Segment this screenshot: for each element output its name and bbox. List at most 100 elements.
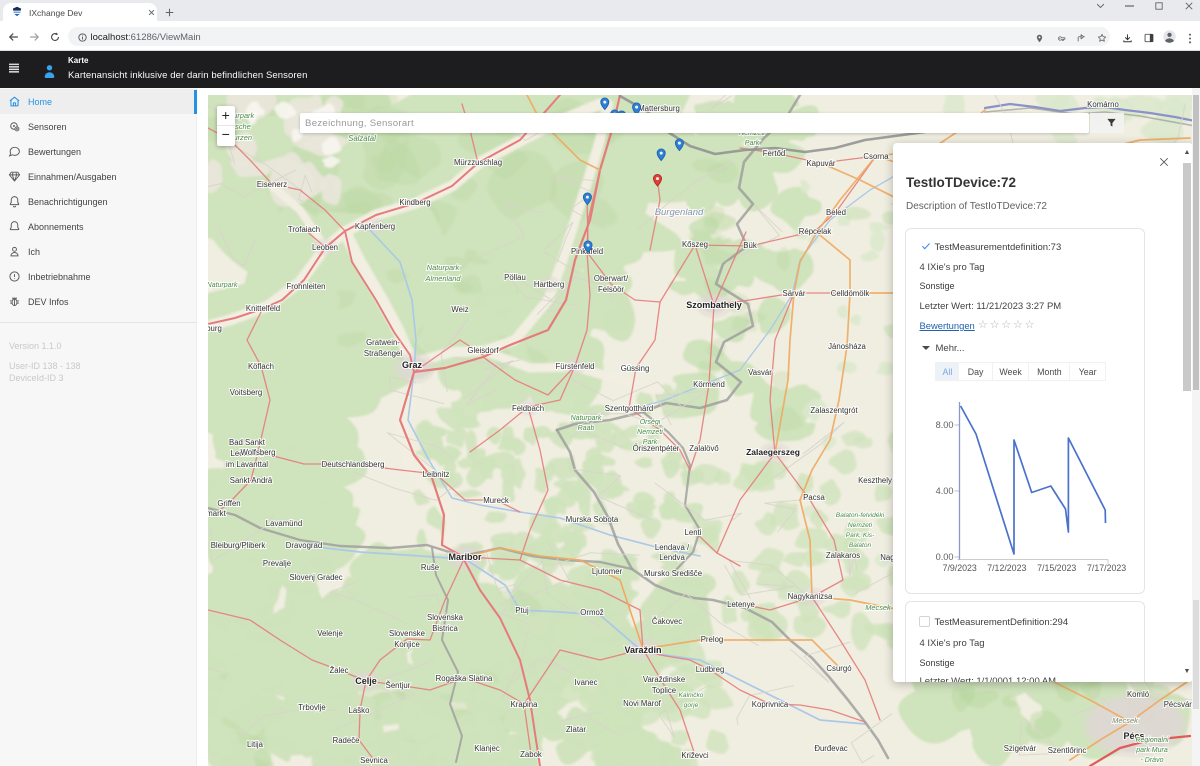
svg-text:Bad Sankt: Bad Sankt	[229, 438, 266, 447]
svg-text:Park: Park	[745, 140, 760, 147]
svg-text:Kindberg: Kindberg	[399, 198, 430, 207]
svg-text:Csurgó: Csurgó	[826, 664, 852, 673]
svg-text:Raab: Raab	[578, 425, 595, 432]
svg-text:Slovenj Gradec: Slovenj Gradec	[289, 573, 342, 582]
svg-text:Park, Kis-: Park, Kis-	[846, 532, 875, 539]
svg-text:Vasvár: Vasvár	[748, 368, 772, 377]
svg-text:Eisenerz: Eisenerz	[257, 180, 287, 189]
svg-text:park Mura: park Mura	[1135, 747, 1168, 754]
svg-text:Leibnitz: Leibnitz	[423, 470, 450, 479]
svg-text:Szentlőrinc: Szentlőrinc	[1048, 746, 1087, 755]
svg-text:Zalaszentgrót: Zalaszentgrót	[810, 406, 858, 415]
svg-text:Köflach: Köflach	[248, 362, 274, 371]
svg-text:Sárvár: Sárvár	[783, 289, 806, 298]
svg-text:Križevci: Križevci	[681, 751, 709, 760]
svg-text:Kőszeg: Kőszeg	[682, 240, 708, 249]
svg-text:Kapfenberg: Kapfenberg	[355, 222, 395, 231]
svg-text:Gleisdorf: Gleisdorf	[467, 346, 499, 355]
svg-text:Zalakaros: Zalakaros	[826, 551, 860, 560]
svg-text:Celje: Celje	[355, 676, 377, 686]
svg-text:Nagykanizsa: Nagykanizsa	[788, 592, 833, 601]
svg-text:Nemzeti: Nemzeti	[848, 522, 873, 529]
svg-text:Dravograd: Dravograd	[286, 541, 322, 550]
svg-text:Kalničko: Kalničko	[679, 692, 704, 699]
svg-text:Naturpark: Naturpark	[208, 282, 238, 289]
svg-text:Laško: Laško	[349, 706, 370, 715]
svg-text:Lenti: Lenti	[685, 528, 702, 537]
svg-text:Varaždin: Varaždin	[624, 645, 661, 655]
svg-text:Lendava /: Lendava /	[655, 543, 690, 552]
svg-text:Đurđevac: Đurđevac	[814, 744, 847, 753]
svg-text:Csorna: Csorna	[863, 152, 889, 161]
svg-text:Pacsa: Pacsa	[803, 493, 825, 502]
svg-text:Mecsek: Mecsek	[865, 603, 891, 612]
svg-text:Celldömölk: Celldömölk	[831, 289, 870, 298]
svg-text:Örségi: Örségi	[640, 418, 661, 426]
svg-text:Knittelfeld: Knittelfeld	[246, 304, 280, 313]
svg-text:Prelog: Prelog	[701, 635, 724, 644]
svg-text:Konjice: Konjice	[394, 640, 420, 649]
svg-text:Bistrica: Bistrica	[432, 624, 458, 633]
svg-text:Letenye: Letenye	[727, 600, 755, 609]
svg-text:Sankt Andrä: Sankt Andrä	[230, 476, 273, 485]
svg-text:Rogaška Slatina: Rogaška Slatina	[436, 674, 493, 683]
svg-text:Pöllau: Pöllau	[504, 273, 526, 282]
svg-text:Radeče: Radeče	[333, 736, 360, 745]
svg-text:Ormož: Ormož	[580, 608, 603, 617]
svg-text:Šentjur: Šentjur	[386, 681, 411, 690]
svg-text:Komárno: Komárno	[1087, 100, 1119, 109]
svg-text:Mursko Središče: Mursko Središče	[644, 569, 702, 578]
svg-text:Beled: Beled	[826, 208, 846, 217]
svg-text:Zalalövő: Zalalövő	[689, 444, 719, 453]
svg-text:Szentgotthárd: Szentgotthárd	[605, 404, 654, 413]
svg-text:Čakovec: Čakovec	[652, 617, 682, 626]
svg-text:- Drávo: - Drávo	[1141, 757, 1164, 764]
svg-text:Bük: Bük	[743, 241, 757, 250]
svg-text:Ljutomer: Ljutomer	[592, 567, 623, 576]
svg-text:Oberwart/: Oberwart/	[594, 274, 629, 283]
svg-text:Zlatar: Zlatar	[566, 725, 586, 734]
svg-text:Ptuj: Ptuj	[515, 606, 529, 615]
svg-text:Deutschlandsberg: Deutschlandsberg	[322, 460, 385, 469]
svg-text:Griffen: Griffen	[217, 499, 240, 508]
svg-text:Balaton-felvidéki: Balaton-felvidéki	[836, 512, 885, 519]
svg-text:Körmend: Körmend	[693, 380, 725, 389]
svg-text:Jánosháza: Jánosháza	[828, 342, 866, 351]
svg-text:Feldbach: Feldbach	[512, 404, 544, 413]
svg-text:Gratwein-: Gratwein-	[366, 338, 400, 347]
svg-text:Naturpark: Naturpark	[571, 415, 602, 422]
svg-text:Klanjec: Klanjec	[474, 744, 500, 753]
svg-text:Murska Sobota: Murska Sobota	[566, 515, 619, 524]
svg-text:Mureck: Mureck	[483, 496, 509, 505]
svg-text:Nemzeti: Nemzeti	[637, 429, 663, 436]
svg-text:Ruše: Ruše	[421, 563, 439, 572]
svg-text:Lavamünd: Lavamünd	[266, 519, 302, 528]
svg-text:Trbovlje: Trbovlje	[298, 703, 325, 712]
svg-text:Slovenska: Slovenska	[427, 613, 464, 622]
svg-text:Répcelak: Répcelak	[799, 227, 832, 236]
svg-text:Balaton: Balaton	[849, 542, 872, 549]
svg-text:Varaždinske: Varaždinske	[643, 675, 685, 684]
svg-text:Felsöör: Felsöör	[598, 285, 624, 294]
svg-text:Kapuvár: Kapuvár	[806, 159, 835, 168]
svg-text:Regionalni: Regionalni	[1135, 737, 1169, 744]
svg-text:Velenje: Velenje	[317, 629, 343, 638]
svg-text:Zabok: Zabok	[520, 750, 542, 759]
svg-text:Lendva: Lendva	[659, 553, 685, 562]
svg-text:Mürzzuschlag: Mürzzuschlag	[454, 158, 502, 167]
svg-text:Toplice: Toplice	[652, 686, 676, 695]
svg-text:Graz: Graz	[402, 360, 423, 370]
svg-text:Hartberg: Hartberg	[534, 280, 564, 289]
svg-text:Prevalje: Prevalje	[263, 559, 291, 568]
svg-text:Leoben: Leoben	[312, 243, 338, 252]
svg-text:burg: burg	[208, 324, 222, 333]
svg-text:Žalec: Žalec	[329, 666, 348, 675]
svg-text:Straßengel: Straßengel	[364, 349, 402, 358]
svg-text:Litija: Litija	[247, 740, 264, 749]
svg-text:Koprivnica: Koprivnica	[752, 700, 789, 709]
svg-text:Szombathely: Szombathely	[686, 300, 742, 310]
svg-text:Ivanec: Ivanec	[575, 678, 598, 687]
svg-text:Wolfsberg: Wolfsberg	[241, 448, 276, 457]
svg-text:Keszthely: Keszthely	[858, 476, 892, 485]
svg-text:Voitsberg: Voitsberg	[230, 388, 263, 397]
